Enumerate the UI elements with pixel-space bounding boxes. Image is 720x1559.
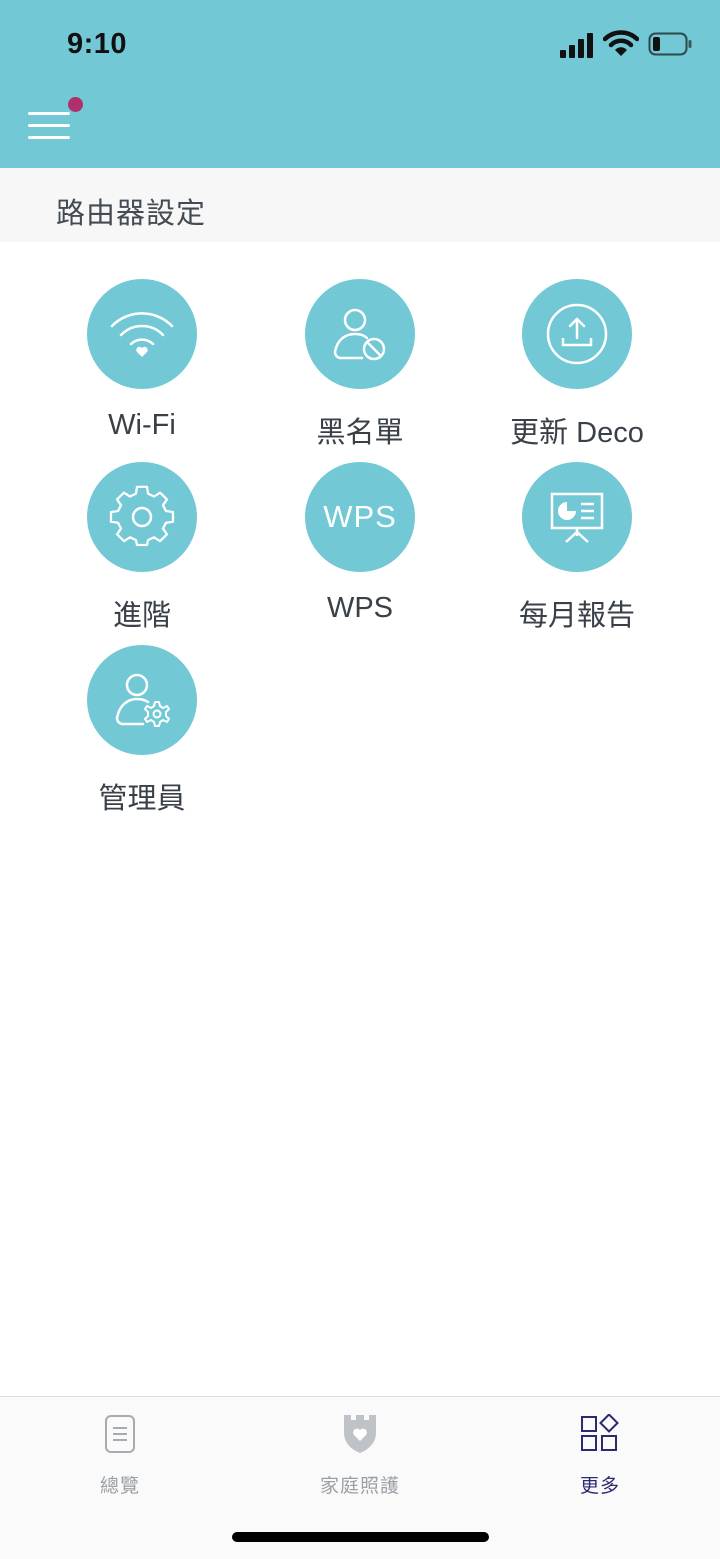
upload-update-icon [522, 279, 632, 389]
presentation-report-icon [522, 462, 632, 572]
tile-label: Wi-Fi [108, 409, 176, 441]
wifi-status-icon [603, 30, 639, 56]
gear-icon [87, 462, 197, 572]
grid-diamond-icon [520, 1411, 680, 1457]
user-gear-icon [87, 645, 197, 755]
tab-label: 家庭照護 [319, 1476, 400, 1497]
shield-heart-icon [280, 1411, 440, 1457]
tile-blacklist[interactable]: 黑名單 [250, 279, 470, 451]
tab-label: 更多 [579, 1476, 620, 1497]
tile-label: 更新 Deco [510, 417, 644, 449]
hamburger-line [28, 136, 70, 139]
tab-more[interactable]: 更多 [520, 1411, 680, 1498]
hamburger-icon [28, 112, 70, 115]
cellular-signal-icon [560, 33, 593, 58]
tile-advanced[interactable]: 進階 [32, 462, 252, 634]
status-time: 9:10 [67, 28, 128, 60]
tile-label: 進階 [112, 600, 171, 632]
notification-dot [68, 97, 83, 112]
section-title: 路由器設定 [56, 198, 207, 230]
menu-button[interactable] [28, 112, 74, 146]
user-blocked-icon [305, 279, 415, 389]
tile-update-deco[interactable]: 更新 Deco [467, 279, 687, 451]
hamburger-line [28, 124, 70, 127]
tile-label: 每月報告 [518, 600, 635, 632]
app-header: 9:10 [0, 0, 720, 168]
tile-label: 黑名單 [316, 417, 404, 449]
tile-monthly-report[interactable]: 每月報告 [467, 462, 687, 634]
tile-wps[interactable]: WPS WPS [250, 462, 470, 625]
tile-label: 管理員 [98, 783, 186, 815]
section-header: 路由器設定 [0, 168, 720, 242]
tile-label: WPS [326, 592, 394, 624]
document-icon [40, 1411, 200, 1457]
tile-admin[interactable]: 管理員 [32, 645, 252, 817]
battery-icon [648, 32, 692, 56]
tab-overview[interactable]: 總覽 [40, 1411, 200, 1498]
wps-icon: WPS [305, 462, 415, 572]
tab-family-care[interactable]: 家庭照護 [280, 1411, 440, 1498]
home-indicator [232, 1532, 489, 1542]
wifi-heart-icon [87, 279, 197, 389]
tab-label: 總覽 [99, 1476, 140, 1497]
tile-wifi[interactable]: Wi-Fi [32, 279, 252, 442]
wps-icon-text: WPS [323, 499, 397, 534]
